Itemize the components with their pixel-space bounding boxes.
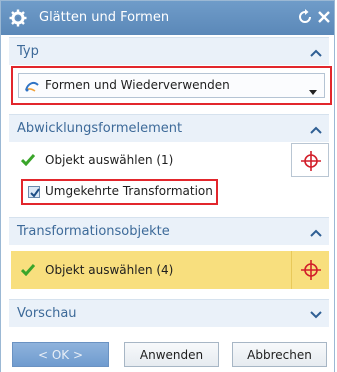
title-bar[interactable]: Glätten und Formen xyxy=(1,1,334,35)
reset-icon[interactable] xyxy=(297,9,313,25)
select-object-button[interactable] xyxy=(291,143,329,177)
gear-icon xyxy=(9,9,27,27)
chevron-down-icon[interactable] xyxy=(310,309,322,319)
chevron-up-icon[interactable] xyxy=(310,124,322,134)
apply-button[interactable]: Anwenden xyxy=(124,342,219,367)
select-object-label: Objekt auswählen (4) xyxy=(45,263,174,277)
ok-button[interactable]: < OK > xyxy=(12,342,109,367)
dropdown-selected-value: Formen und Wiederverwenden xyxy=(45,78,230,92)
type-dropdown[interactable]: Formen und Wiederverwenden xyxy=(18,73,325,98)
checkmark-icon xyxy=(20,264,36,277)
window-title: Glätten und Formen xyxy=(39,10,170,25)
section-header-transformation[interactable]: Transformationsobjekte xyxy=(9,217,329,245)
select-object-row-1[interactable]: Objekt auswählen (1) xyxy=(19,146,319,176)
annotation-frame-dropdown: Formen und Wiederverwenden xyxy=(11,66,332,105)
button-bar: < OK > Anwenden Abbrechen xyxy=(1,336,334,372)
section-header-typ[interactable]: Typ xyxy=(9,37,329,65)
select-object-button[interactable] xyxy=(291,251,329,289)
crosshair-icon xyxy=(301,260,321,280)
shape-reuse-icon xyxy=(25,79,39,93)
section-header-abwicklung[interactable]: Abwicklungsformelement xyxy=(9,114,329,142)
reverse-transform-checkbox[interactable] xyxy=(28,186,40,198)
select-object-row-4[interactable]: Objekt auswählen (4) xyxy=(11,251,329,289)
checkmark-icon xyxy=(20,154,36,167)
chevron-up-icon[interactable] xyxy=(310,47,322,57)
section-label-typ: Typ xyxy=(17,44,39,59)
reverse-transform-label[interactable]: Umgekehrte Transformation xyxy=(45,184,213,198)
select-object-label: Objekt auswählen (1) xyxy=(45,153,174,167)
close-icon[interactable] xyxy=(316,9,332,25)
dropdown-arrow-icon[interactable] xyxy=(309,84,317,95)
section-label-abwicklung: Abwicklungsformelement xyxy=(17,121,183,136)
section-header-vorschau[interactable]: Vorschau xyxy=(9,299,329,327)
chevron-up-icon[interactable] xyxy=(310,227,322,237)
dialog: Glätten und Formen Typ Formen und Wieder… xyxy=(0,0,335,372)
section-label-vorschau: Vorschau xyxy=(17,306,77,321)
cancel-button[interactable]: Abbrechen xyxy=(232,342,327,367)
section-label-transformation: Transformationsobjekte xyxy=(17,224,170,239)
annotation-frame-checkbox: Umgekehrte Transformation xyxy=(21,179,218,205)
crosshair-icon xyxy=(301,151,321,171)
